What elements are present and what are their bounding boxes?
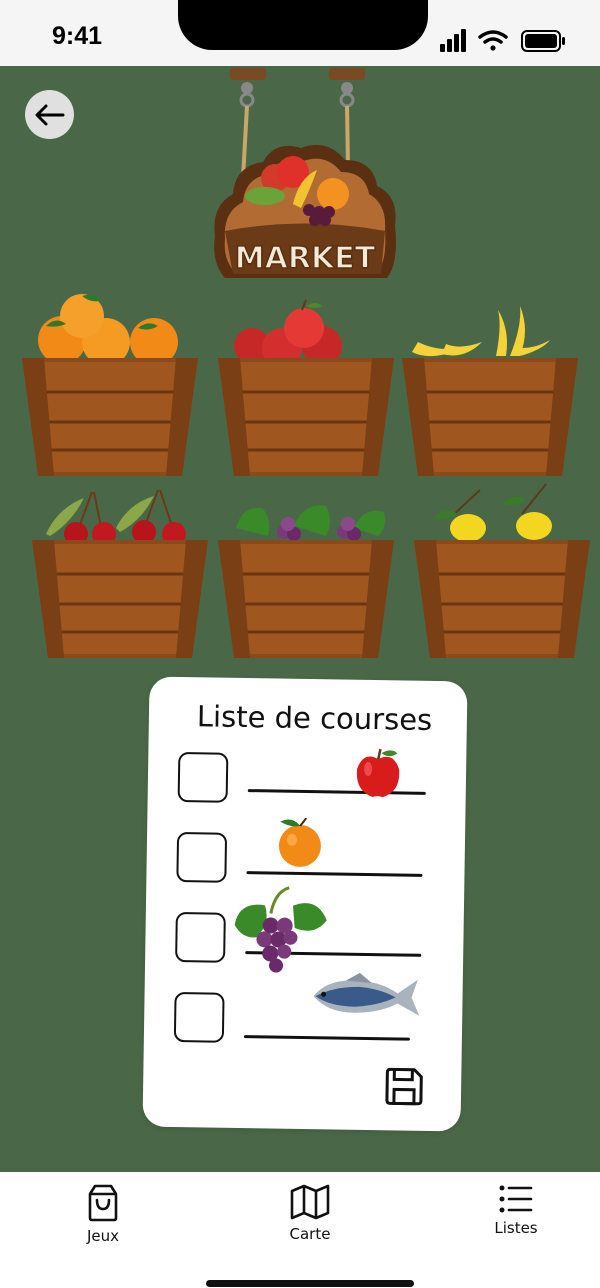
crate-lemons-illustration (414, 483, 590, 658)
grape-icon (236, 505, 386, 541)
crate-lemons[interactable] (414, 478, 590, 658)
list-title: Liste de courses (196, 699, 433, 737)
battery-icon (521, 30, 565, 52)
arrow-left-icon (35, 104, 64, 125)
grape-icon (234, 886, 327, 973)
bottom-tab-bar: Jeux Carte Listes (0, 1172, 600, 1288)
back-button[interactable] (25, 90, 74, 139)
status-icons (440, 29, 565, 52)
checkbox-fish[interactable] (173, 991, 225, 1043)
crate-grapes[interactable] (218, 478, 394, 658)
item-line (246, 871, 423, 877)
crate-grapes-illustration (218, 505, 394, 658)
apple-icon (234, 299, 342, 368)
orange-icon (38, 294, 178, 366)
tab-carte-label: Carte (289, 1225, 331, 1243)
status-bar: 9:41 (0, 0, 600, 66)
shopping-bag-icon (88, 1184, 118, 1222)
shopping-list-card: Liste de courses (142, 676, 468, 1132)
tab-listes[interactable]: Listes (471, 1184, 561, 1254)
tab-listes-label: Listes (494, 1219, 538, 1237)
lemon-icon (434, 483, 552, 542)
crate-oranges[interactable] (22, 294, 198, 476)
sign-text: MARKET (235, 241, 376, 276)
apple-icon (356, 748, 400, 798)
signal-icon (440, 29, 466, 52)
crate-oranges-illustration (22, 294, 198, 476)
market-board: MARKET Liste de courses (0, 66, 600, 1172)
tab-carte[interactable]: Carte (265, 1184, 355, 1254)
list-item-fish (173, 972, 435, 1056)
device-notch (178, 0, 428, 50)
crate-cherries[interactable] (32, 478, 208, 658)
cherry-icon (46, 489, 186, 546)
status-time: 9:41 (52, 22, 103, 50)
list-icon (499, 1185, 533, 1213)
map-icon (290, 1184, 330, 1220)
orange-icon (278, 817, 321, 867)
crate-cherries-illustration (32, 489, 208, 658)
tab-jeux[interactable]: Jeux (58, 1184, 148, 1254)
checkbox-orange[interactable] (176, 831, 228, 883)
banana-icon (412, 306, 550, 357)
market-sign: MARKET (214, 68, 396, 278)
crate-apples-illustration (218, 299, 394, 476)
list-item-grape (175, 886, 436, 976)
crate-bananas[interactable] (402, 296, 578, 476)
crate-apples[interactable] (218, 296, 394, 476)
checkbox-grape[interactable] (175, 911, 226, 963)
list-item-apple (177, 748, 438, 816)
wifi-icon (478, 30, 508, 51)
crate-bananas-illustration (402, 306, 578, 476)
fish-icon (313, 972, 420, 1016)
item-line (243, 1035, 410, 1041)
tab-jeux-label: Jeux (86, 1227, 120, 1245)
save-icon (385, 1067, 423, 1106)
save-button[interactable] (383, 1065, 426, 1108)
home-indicator-bar (206, 1280, 414, 1287)
checkbox-apple[interactable] (177, 751, 229, 803)
